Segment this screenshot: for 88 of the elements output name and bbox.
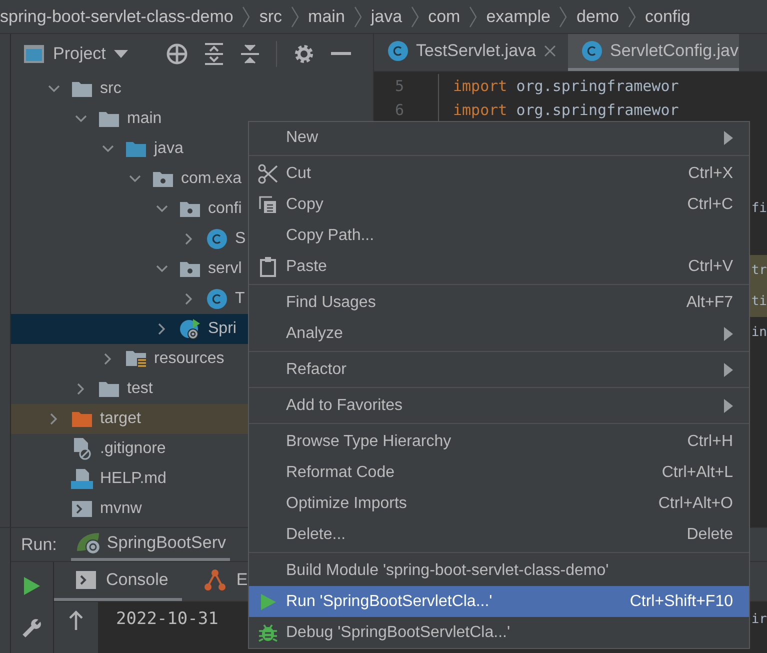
shortcut-label: Ctrl+Alt+L — [662, 464, 733, 482]
menu-item[interactable]: Delete... Delete — [249, 519, 749, 550]
menu-item[interactable]: Copy Ctrl+C — [249, 189, 749, 220]
breadcrumb[interactable]: example — [486, 6, 550, 26]
breadcrumb[interactable]: com — [428, 6, 460, 26]
menu-item[interactable]: New — [249, 122, 749, 153]
console-text: 2022-10-31 — [116, 609, 218, 629]
code-fragment: in — [751, 325, 767, 340]
menu-item[interactable]: Copy Path... — [249, 220, 749, 251]
chevron-icon — [352, 6, 363, 28]
folder-icon — [126, 141, 146, 157]
tree-item[interactable]: src — [11, 74, 373, 104]
scroll-up-icon[interactable] — [68, 610, 84, 630]
breadcrumb[interactable]: main — [308, 6, 345, 26]
settings-icon[interactable] — [292, 43, 315, 65]
clipboard-icon — [260, 256, 276, 276]
class-icon — [207, 289, 227, 309]
copy-icon — [258, 196, 276, 214]
bug-icon — [258, 622, 278, 642]
menu-item[interactable]: Paste Ctrl+V — [249, 251, 749, 282]
class-icon — [582, 41, 602, 61]
console-icon — [76, 571, 96, 589]
console-fragment: ir — [751, 612, 767, 626]
shortcut-label: Ctrl+H — [687, 432, 733, 450]
chevron-icon — [410, 6, 420, 28]
panel-icon — [23, 44, 45, 64]
expand-all-icon[interactable] — [204, 43, 224, 65]
wrench-icon[interactable] — [22, 618, 42, 638]
shortcut-label: Ctrl+C — [687, 196, 733, 214]
editor-tab[interactable]: TestServlet.java — [374, 34, 568, 71]
chevron-icon — [627, 6, 638, 28]
line-number: 6 — [394, 101, 404, 119]
folder-icon — [72, 411, 92, 427]
package-icon — [153, 171, 173, 187]
spring-run-icon — [74, 531, 101, 555]
menu-item[interactable]: Run 'SpringBootServletCla...' Ctrl+Shift+F10 — [249, 586, 749, 617]
menu-item[interactable]: Debug 'SpringBootServletCla...' — [249, 617, 749, 648]
shortcut-label: Ctrl+V — [688, 258, 733, 276]
code-line: import org.springframewor — [453, 101, 679, 119]
class-icon — [388, 41, 408, 61]
menu-item[interactable]: Refactor — [249, 354, 749, 385]
breadcrumb[interactable]: spring-boot-servlet-class-demo — [0, 6, 234, 26]
code-fragment: ti — [751, 294, 767, 309]
code-line: import org.springframewor — [453, 77, 679, 95]
file-icon — [72, 438, 92, 460]
script-file-icon — [72, 501, 92, 517]
shortcut-label: Alt+F7 — [686, 294, 733, 312]
minimize-icon[interactable] — [330, 52, 351, 56]
class-icon — [207, 229, 227, 249]
dropdown-caret-icon[interactable] — [114, 50, 128, 58]
breadcrumb[interactable]: java — [370, 6, 402, 26]
menu-item[interactable]: Reformat Code Ctrl+Alt+L — [249, 457, 749, 488]
code-fragment: tr — [751, 263, 767, 278]
spring-class-icon — [179, 318, 201, 340]
chevron-icon — [468, 6, 478, 28]
menu-item[interactable]: Optimize Imports Ctrl+Alt+O — [249, 488, 749, 519]
shortcut-label: Ctrl+Alt+O — [658, 494, 733, 512]
run-label: Run: — [21, 534, 57, 554]
close-icon[interactable] — [544, 45, 556, 57]
breadcrumb[interactable]: config — [645, 6, 690, 26]
line-number: 5 — [394, 77, 404, 95]
chevron-icon — [290, 6, 300, 28]
folder-icon — [99, 381, 119, 397]
breadcrumb[interactable]: src — [259, 6, 282, 26]
run-config-tab[interactable]: SpringBootServ — [70, 528, 230, 561]
chevron-icon — [241, 6, 252, 28]
markdown-file-icon — [71, 469, 93, 489]
panel-title[interactable]: Project — [53, 44, 106, 64]
editor-tab[interactable]: ServletConfig.jav — [568, 34, 739, 71]
endpoints-icon — [204, 569, 226, 591]
folder-icon — [99, 111, 119, 127]
resources-folder-icon — [126, 350, 146, 368]
code-fragment: fi — [751, 201, 767, 216]
shortcut-label: Ctrl+Shift+F10 — [630, 592, 733, 610]
run-icon[interactable] — [23, 576, 41, 596]
play-icon — [258, 592, 276, 610]
shortcut-label: Ctrl+X — [688, 164, 733, 182]
locate-icon[interactable] — [166, 43, 188, 65]
shortcut-label: Delete — [686, 526, 733, 544]
menu-item[interactable]: Add to Favorites — [249, 390, 749, 421]
chevron-icon — [558, 6, 568, 28]
breadcrumb[interactable]: demo — [576, 6, 620, 26]
folder-icon — [72, 81, 92, 97]
collapse-all-icon[interactable] — [240, 43, 260, 65]
scissors-icon — [258, 164, 278, 184]
menu-item[interactable]: Cut Ctrl+X — [249, 158, 749, 189]
package-icon — [180, 261, 200, 277]
package-icon — [180, 201, 200, 217]
